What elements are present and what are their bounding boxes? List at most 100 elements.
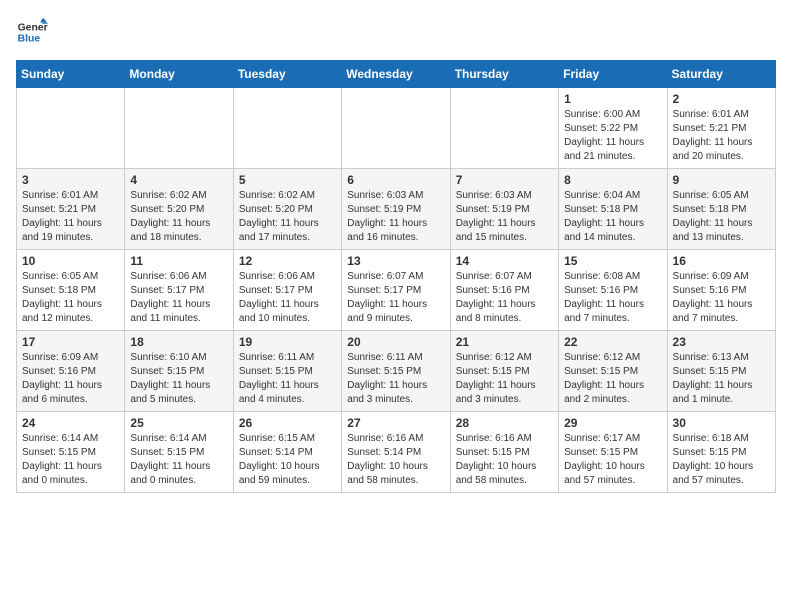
day-info: Sunrise: 6:18 AM Sunset: 5:15 PM Dayligh…	[673, 432, 770, 488]
day-info: Sunrise: 6:00 AM Sunset: 5:22 PM Dayligh…	[564, 108, 661, 164]
page-header: General Blue	[16, 16, 776, 48]
day-info: Sunrise: 6:01 AM Sunset: 5:21 PM Dayligh…	[22, 189, 119, 245]
calendar-table: SundayMondayTuesdayWednesdayThursdayFrid…	[16, 60, 776, 493]
calendar-week-row: 10 Sunrise: 6:05 AM Sunset: 5:18 PM Dayli…	[17, 250, 776, 331]
calendar-cell	[342, 88, 450, 169]
calendar-cell: 25 Sunrise: 6:14 AM Sunset: 5:15 PM Dayli…	[125, 412, 233, 493]
calendar-cell: 10 Sunrise: 6:05 AM Sunset: 5:18 PM Dayli…	[17, 250, 125, 331]
day-info: Sunrise: 6:16 AM Sunset: 5:15 PM Dayligh…	[456, 432, 553, 488]
day-info: Sunrise: 6:01 AM Sunset: 5:21 PM Dayligh…	[673, 108, 770, 164]
calendar-week-row: 3 Sunrise: 6:01 AM Sunset: 5:21 PM Daylig…	[17, 169, 776, 250]
calendar-cell: 13Sunrise: 6:07 AM Sunset: 5:17 PM Dayli…	[342, 250, 450, 331]
calendar-cell: 23 Sunrise: 6:13 AM Sunset: 5:15 PM Dayli…	[667, 331, 775, 412]
day-info: Sunrise: 6:15 AM Sunset: 5:14 PM Dayligh…	[239, 432, 336, 488]
calendar-cell: 5 Sunrise: 6:02 AM Sunset: 5:20 PM Daylig…	[233, 169, 341, 250]
calendar-cell: 12 Sunrise: 6:06 AM Sunset: 5:17 PM Dayli…	[233, 250, 341, 331]
calendar-cell	[233, 88, 341, 169]
day-of-week-header: Monday	[125, 61, 233, 88]
calendar-cell	[125, 88, 233, 169]
svg-text:Blue: Blue	[18, 34, 41, 45]
day-number: 28	[456, 416, 553, 430]
calendar-header-row: SundayMondayTuesdayWednesdayThursdayFrid…	[17, 61, 776, 88]
day-number: 22	[564, 335, 661, 349]
day-number: 5	[239, 173, 336, 187]
day-info: Sunrise: 6:05 AM Sunset: 5:18 PM Dayligh…	[673, 189, 770, 245]
day-number: 19	[239, 335, 336, 349]
day-info: Sunrise: 6:17 AM Sunset: 5:15 PM Dayligh…	[564, 432, 661, 488]
day-info: Sunrise: 6:13 AM Sunset: 5:15 PM Dayligh…	[673, 351, 770, 407]
calendar-cell: 29Sunrise: 6:17 AM Sunset: 5:15 PM Dayli…	[559, 412, 667, 493]
calendar-cell: 6 Sunrise: 6:03 AM Sunset: 5:19 PM Daylig…	[342, 169, 450, 250]
day-info: Sunrise: 6:03 AM Sunset: 5:19 PM Dayligh…	[456, 189, 553, 245]
day-number: 27	[347, 416, 444, 430]
day-number: 9	[673, 173, 770, 187]
calendar-cell: 17 Sunrise: 6:09 AM Sunset: 5:16 PM Dayli…	[17, 331, 125, 412]
day-number: 21	[456, 335, 553, 349]
svg-text:General: General	[18, 22, 48, 33]
day-of-week-header: Sunday	[17, 61, 125, 88]
day-info: Sunrise: 6:05 AM Sunset: 5:18 PM Dayligh…	[22, 270, 119, 326]
calendar-cell: 3 Sunrise: 6:01 AM Sunset: 5:21 PM Daylig…	[17, 169, 125, 250]
calendar-cell: 22 Sunrise: 6:12 AM Sunset: 5:15 PM Dayli…	[559, 331, 667, 412]
day-of-week-header: Thursday	[450, 61, 558, 88]
calendar-cell: 21 Sunrise: 6:12 AM Sunset: 5:15 PM Dayli…	[450, 331, 558, 412]
day-info: Sunrise: 6:12 AM Sunset: 5:15 PM Dayligh…	[456, 351, 553, 407]
day-number: 6	[347, 173, 444, 187]
calendar-week-row: 24 Sunrise: 6:14 AM Sunset: 5:15 PM Dayli…	[17, 412, 776, 493]
day-info: Sunrise: 6:07 AM Sunset: 5:16 PM Dayligh…	[456, 270, 553, 326]
day-info: Sunrise: 6:14 AM Sunset: 5:15 PM Dayligh…	[22, 432, 119, 488]
day-number: 17	[22, 335, 119, 349]
day-number: 10	[22, 254, 119, 268]
day-number: 13	[347, 254, 444, 268]
day-number: 26	[239, 416, 336, 430]
calendar-cell	[450, 88, 558, 169]
day-number: 16	[673, 254, 770, 268]
calendar-cell: 24 Sunrise: 6:14 AM Sunset: 5:15 PM Dayli…	[17, 412, 125, 493]
calendar-cell: 14 Sunrise: 6:07 AM Sunset: 5:16 PM Dayli…	[450, 250, 558, 331]
calendar-week-row: 17 Sunrise: 6:09 AM Sunset: 5:16 PM Dayli…	[17, 331, 776, 412]
day-info: Sunrise: 6:10 AM Sunset: 5:15 PM Dayligh…	[130, 351, 227, 407]
day-info: Sunrise: 6:04 AM Sunset: 5:18 PM Dayligh…	[564, 189, 661, 245]
day-info: Sunrise: 6:06 AM Sunset: 5:17 PM Dayligh…	[130, 270, 227, 326]
calendar-week-row: 1Sunrise: 6:00 AM Sunset: 5:22 PM Daylig…	[17, 88, 776, 169]
day-number: 14	[456, 254, 553, 268]
calendar-cell: 1Sunrise: 6:00 AM Sunset: 5:22 PM Daylig…	[559, 88, 667, 169]
day-of-week-header: Wednesday	[342, 61, 450, 88]
day-info: Sunrise: 6:06 AM Sunset: 5:17 PM Dayligh…	[239, 270, 336, 326]
day-number: 15	[564, 254, 661, 268]
day-number: 25	[130, 416, 227, 430]
calendar-cell: 28 Sunrise: 6:16 AM Sunset: 5:15 PM Dayli…	[450, 412, 558, 493]
day-number: 24	[22, 416, 119, 430]
day-info: Sunrise: 6:02 AM Sunset: 5:20 PM Dayligh…	[239, 189, 336, 245]
day-number: 23	[673, 335, 770, 349]
day-info: Sunrise: 6:09 AM Sunset: 5:16 PM Dayligh…	[22, 351, 119, 407]
day-number: 3	[22, 173, 119, 187]
calendar-cell: 8 Sunrise: 6:04 AM Sunset: 5:18 PM Daylig…	[559, 169, 667, 250]
day-of-week-header: Saturday	[667, 61, 775, 88]
calendar-cell: 2 Sunrise: 6:01 AM Sunset: 5:21 PM Daylig…	[667, 88, 775, 169]
day-info: Sunrise: 6:02 AM Sunset: 5:20 PM Dayligh…	[130, 189, 227, 245]
day-number: 2	[673, 92, 770, 106]
day-info: Sunrise: 6:11 AM Sunset: 5:15 PM Dayligh…	[347, 351, 444, 407]
calendar-cell: 15 Sunrise: 6:08 AM Sunset: 5:16 PM Dayli…	[559, 250, 667, 331]
calendar-cell: 27Sunrise: 6:16 AM Sunset: 5:14 PM Dayli…	[342, 412, 450, 493]
day-info: Sunrise: 6:03 AM Sunset: 5:19 PM Dayligh…	[347, 189, 444, 245]
calendar-cell: 16 Sunrise: 6:09 AM Sunset: 5:16 PM Dayli…	[667, 250, 775, 331]
day-number: 18	[130, 335, 227, 349]
day-number: 30	[673, 416, 770, 430]
day-info: Sunrise: 6:11 AM Sunset: 5:15 PM Dayligh…	[239, 351, 336, 407]
day-number: 12	[239, 254, 336, 268]
day-number: 4	[130, 173, 227, 187]
day-info: Sunrise: 6:14 AM Sunset: 5:15 PM Dayligh…	[130, 432, 227, 488]
day-info: Sunrise: 6:08 AM Sunset: 5:16 PM Dayligh…	[564, 270, 661, 326]
day-number: 20	[347, 335, 444, 349]
day-number: 8	[564, 173, 661, 187]
calendar-cell: 26 Sunrise: 6:15 AM Sunset: 5:14 PM Dayli…	[233, 412, 341, 493]
calendar-cell: 19 Sunrise: 6:11 AM Sunset: 5:15 PM Dayli…	[233, 331, 341, 412]
calendar-cell: 30 Sunrise: 6:18 AM Sunset: 5:15 PM Dayli…	[667, 412, 775, 493]
day-of-week-header: Tuesday	[233, 61, 341, 88]
day-info: Sunrise: 6:09 AM Sunset: 5:16 PM Dayligh…	[673, 270, 770, 326]
calendar-cell: 7Sunrise: 6:03 AM Sunset: 5:19 PM Daylig…	[450, 169, 558, 250]
calendar-cell: 4 Sunrise: 6:02 AM Sunset: 5:20 PM Daylig…	[125, 169, 233, 250]
day-info: Sunrise: 6:12 AM Sunset: 5:15 PM Dayligh…	[564, 351, 661, 407]
